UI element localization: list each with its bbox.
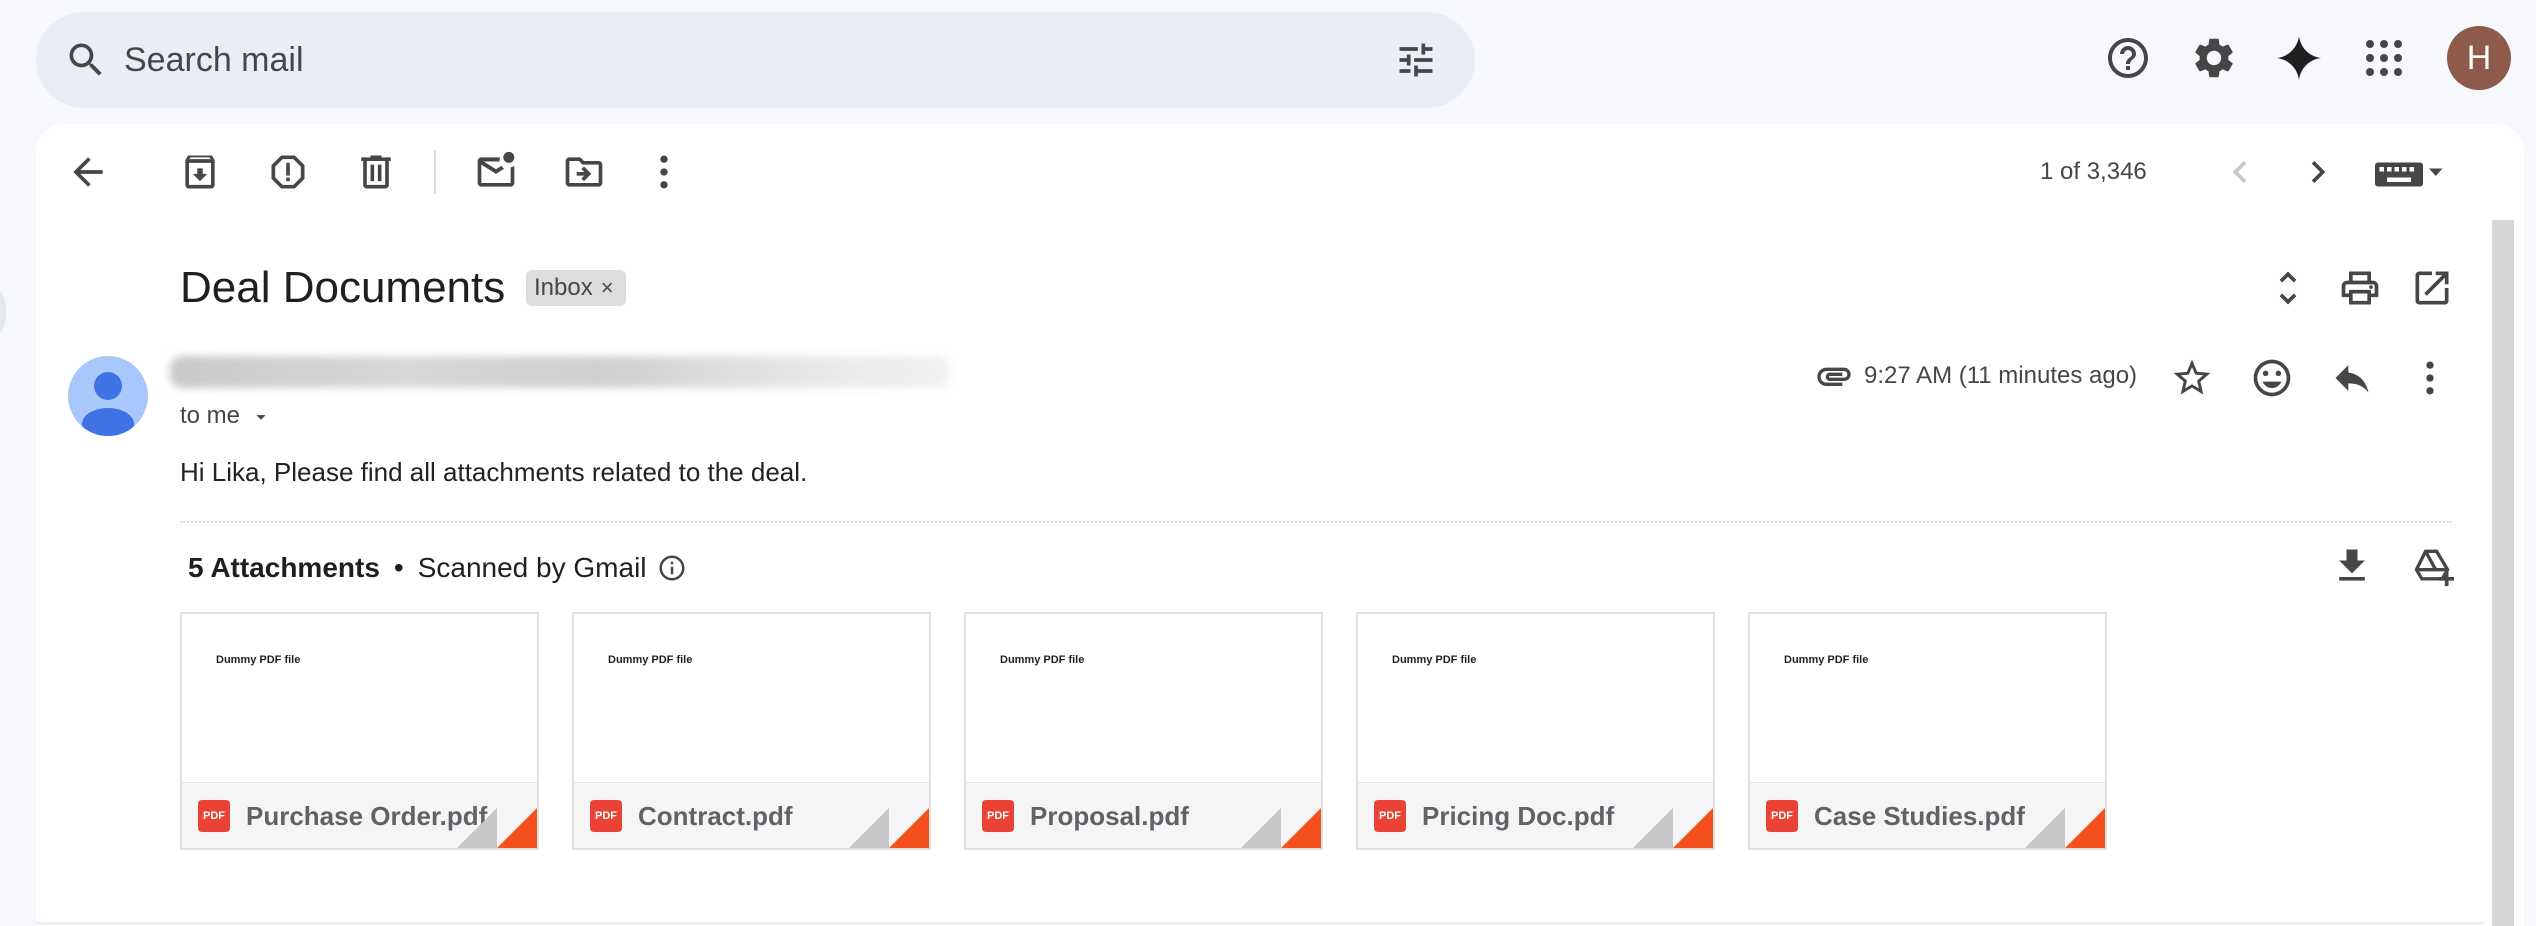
pager-count: 1 of 3,346: [2040, 158, 2147, 185]
archive-icon[interactable]: [178, 150, 222, 194]
help-icon[interactable]: [2104, 34, 2152, 82]
pdf-icon: PDF: [1374, 800, 1406, 832]
open-in-new-window-icon[interactable]: [2410, 266, 2454, 310]
mark-unread-icon[interactable]: [474, 150, 518, 194]
attachment-card[interactable]: Dummy PDF file PDF Purchase Order.pdf: [180, 612, 539, 850]
attachment-preview-text: Dummy PDF file: [1392, 654, 1477, 666]
email-subject: Deal Documents: [180, 263, 506, 312]
search-input[interactable]: Search mail: [124, 12, 304, 108]
download-all-icon[interactable]: [2330, 544, 2374, 588]
attachment-card[interactable]: Dummy PDF file PDF Pricing Doc.pdf: [1356, 612, 1715, 850]
attachment-preview-text: Dummy PDF file: [1000, 654, 1085, 666]
message-more-icon[interactable]: [2408, 356, 2452, 400]
sender-avatar[interactable]: [68, 356, 148, 436]
divider: [36, 922, 2484, 925]
page-fold-icon: [457, 808, 537, 848]
recipient-line[interactable]: to me: [180, 398, 272, 434]
person-icon: [82, 372, 134, 436]
emoji-reaction-icon[interactable]: [2250, 356, 2294, 400]
star-icon[interactable]: [2170, 356, 2214, 400]
move-to-icon[interactable]: [562, 150, 606, 194]
message-time: 9:27 AM (11 minutes ago): [1864, 362, 2138, 389]
report-spam-icon[interactable]: [266, 150, 310, 194]
side-panel-handle[interactable]: [0, 282, 6, 342]
expand-all-icon[interactable]: [2266, 266, 2310, 310]
pdf-icon: PDF: [590, 800, 622, 832]
keyboard-icon[interactable]: [2372, 155, 2444, 191]
attachment-name: Proposal.pdf: [1030, 801, 1189, 831]
attachment-footer: PDF Case Studies.pdf: [1750, 782, 2105, 848]
chevron-down-icon[interactable]: [250, 406, 272, 428]
pdf-icon: PDF: [1766, 800, 1798, 832]
sender-name-redacted: [170, 356, 950, 388]
attachments-header: 5 Attachments • Scanned by Gmail: [188, 548, 687, 588]
scrollbar[interactable]: [2492, 220, 2514, 926]
newer-icon[interactable]: [2218, 150, 2262, 194]
recipient-text: to me: [180, 402, 241, 429]
message-body: Hi Lika, Please find all attachments rel…: [180, 457, 808, 487]
search-bar[interactable]: Search mail: [36, 12, 1475, 108]
add-to-drive-icon[interactable]: [2410, 544, 2454, 588]
settings-icon[interactable]: [2190, 34, 2238, 82]
attachment-footer: PDF Pricing Doc.pdf: [1358, 782, 1713, 848]
account-avatar[interactable]: H: [2447, 26, 2511, 90]
attachment-preview-text: Dummy PDF file: [1784, 654, 1869, 666]
attachment-name: Contract.pdf: [638, 801, 793, 831]
page-fold-icon: [2025, 808, 2105, 848]
info-icon[interactable]: [657, 553, 687, 583]
attachment-preview-text: Dummy PDF file: [608, 654, 693, 666]
attachment-card[interactable]: Dummy PDF file PDF Case Studies.pdf: [1748, 612, 2107, 850]
search-icon[interactable]: [64, 38, 108, 82]
attachments-divider: [180, 521, 2452, 523]
label-chip-text: Inbox: [534, 274, 593, 301]
attachment-footer: PDF Purchase Order.pdf: [182, 782, 537, 848]
print-icon[interactable]: [2338, 266, 2382, 310]
tune-icon[interactable]: [1394, 38, 1438, 82]
older-icon[interactable]: [2296, 150, 2340, 194]
attachment-footer: PDF Contract.pdf: [574, 782, 929, 848]
label-chip-inbox[interactable]: Inbox ×: [526, 270, 626, 306]
apps-icon[interactable]: [2360, 34, 2408, 82]
more-icon[interactable]: [642, 150, 686, 194]
separator-dot: •: [393, 552, 404, 583]
toolbar-separator: [434, 150, 436, 194]
remove-label-icon[interactable]: ×: [601, 275, 614, 300]
pdf-icon: PDF: [982, 800, 1014, 832]
pdf-icon: PDF: [198, 800, 230, 832]
attachment-card[interactable]: Dummy PDF file PDF Contract.pdf: [572, 612, 931, 850]
attachment-card[interactable]: Dummy PDF file PDF Proposal.pdf: [964, 612, 1323, 850]
back-icon[interactable]: [66, 150, 110, 194]
page-fold-icon: [1241, 808, 1321, 848]
scanned-label: Scanned by Gmail: [417, 552, 647, 583]
attachment-icon: [1817, 367, 1851, 386]
attachment-footer: PDF Proposal.pdf: [966, 782, 1321, 848]
page-fold-icon: [849, 808, 929, 848]
attachment-preview-text: Dummy PDF file: [216, 654, 301, 666]
gemini-icon[interactable]: [2275, 34, 2323, 82]
attachment-name: Pricing Doc.pdf: [1422, 801, 1615, 831]
attachments-count: 5 Attachments: [188, 552, 380, 583]
top-bar: Search mail H: [0, 0, 2536, 120]
reply-icon[interactable]: [2330, 356, 2374, 400]
delete-icon[interactable]: [354, 150, 398, 194]
attachment-name: Case Studies.pdf: [1814, 801, 2025, 831]
attachment-name: Purchase Order.pdf: [246, 801, 488, 831]
page-fold-icon: [1633, 808, 1713, 848]
